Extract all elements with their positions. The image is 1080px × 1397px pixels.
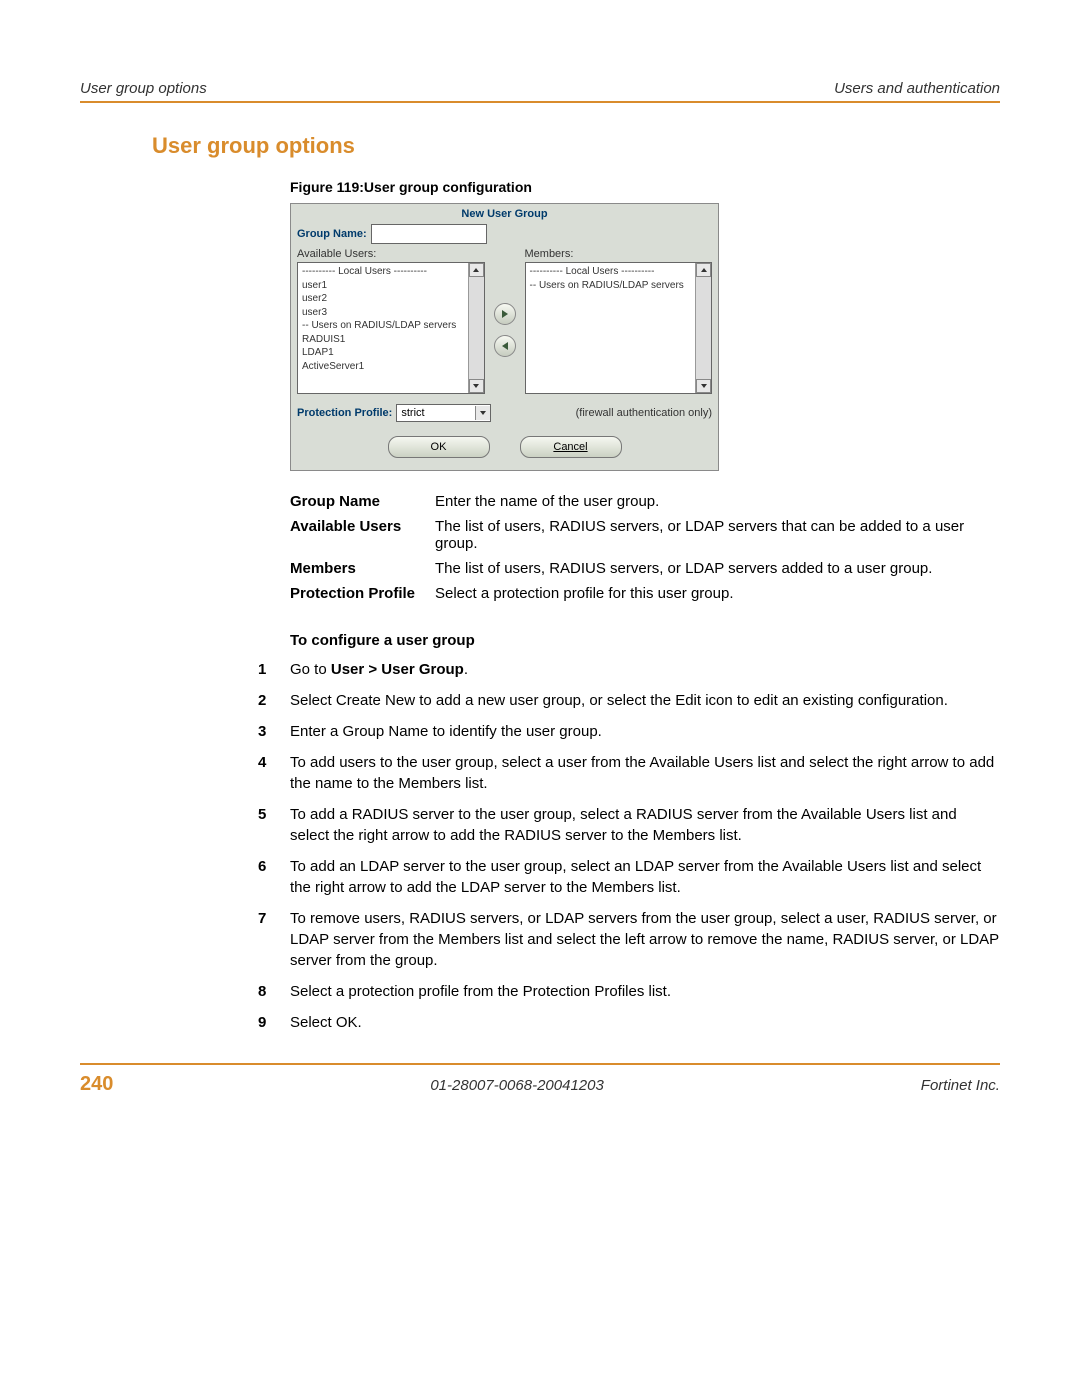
header-right: Users and authentication xyxy=(834,80,1000,97)
step-text: To remove users, RADIUS servers, or LDAP… xyxy=(290,908,1000,971)
definitions-table: Group Name Enter the name of the user gr… xyxy=(290,489,1000,606)
def-text: Enter the name of the user group. xyxy=(435,489,1000,514)
step-num: 2 xyxy=(258,690,290,711)
def-label: Available Users xyxy=(290,514,435,556)
new-user-group-dialog: New User Group Group Name: Available Use… xyxy=(290,203,719,471)
scrollbar[interactable] xyxy=(695,263,711,393)
list-item[interactable]: user3 xyxy=(302,306,466,320)
def-label: Members xyxy=(290,556,435,581)
chevron-up-icon xyxy=(473,268,479,272)
step-text: Select OK. xyxy=(290,1012,1000,1033)
step-num: 4 xyxy=(258,752,290,794)
cancel-button[interactable]: Cancel xyxy=(520,436,622,458)
list-item[interactable]: ActiveServer1 xyxy=(302,360,466,374)
def-label: Group Name xyxy=(290,489,435,514)
step-text: To add users to the user group, select a… xyxy=(290,752,1000,794)
list-item[interactable]: user2 xyxy=(302,292,466,306)
scrollbar[interactable] xyxy=(468,263,484,393)
chevron-down-icon xyxy=(701,384,707,388)
list-item[interactable]: LDAP1 xyxy=(302,346,466,360)
scroll-down-button[interactable] xyxy=(469,379,484,393)
list-item[interactable]: -- Users on RADIUS/LDAP servers xyxy=(302,319,466,333)
footer-doc-id: 01-28007-0068-20041203 xyxy=(430,1077,604,1094)
def-label: Protection Profile xyxy=(290,581,435,606)
footer-divider xyxy=(80,1063,1000,1065)
chevron-down-icon xyxy=(475,406,490,420)
dialog-title: New User Group xyxy=(291,204,718,224)
arrow-right-icon xyxy=(502,310,508,318)
header-left: User group options xyxy=(80,80,207,97)
figure-caption: Figure 119:User group configuration xyxy=(290,179,1000,195)
step-num: 5 xyxy=(258,804,290,846)
arrow-left-icon xyxy=(502,342,508,350)
page-header: User group options Users and authenticat… xyxy=(80,80,1000,97)
scroll-down-button[interactable] xyxy=(696,379,711,393)
header-divider xyxy=(80,101,1000,103)
step-num: 3 xyxy=(258,721,290,742)
list-item[interactable]: ---------- Local Users ---------- xyxy=(302,265,466,279)
step-num: 7 xyxy=(258,908,290,971)
footer-company: Fortinet Inc. xyxy=(921,1077,1000,1094)
list-item[interactable]: ---------- Local Users ---------- xyxy=(530,265,694,279)
page-number: 240 xyxy=(80,1073,113,1096)
list-item[interactable]: RADUIS1 xyxy=(302,333,466,347)
protection-profile-label: Protection Profile: xyxy=(297,407,392,419)
step-text: Select Create New to add a new user grou… xyxy=(290,690,1000,711)
firewall-auth-note: (firewall authentication only) xyxy=(576,407,712,419)
members-label: Members: xyxy=(525,248,713,260)
group-name-input[interactable] xyxy=(371,224,487,244)
configure-subheading: To configure a user group xyxy=(290,632,1000,649)
ok-button[interactable]: OK xyxy=(388,436,490,458)
def-text: The list of users, RADIUS servers, or LD… xyxy=(435,514,1000,556)
def-text: The list of users, RADIUS servers, or LD… xyxy=(435,556,1000,581)
scroll-up-button[interactable] xyxy=(469,263,484,277)
step-text: Go to User > User Group. xyxy=(290,659,1000,680)
step-text: To add an LDAP server to the user group,… xyxy=(290,856,1000,898)
step-num: 1 xyxy=(258,659,290,680)
scroll-up-button[interactable] xyxy=(696,263,711,277)
step-text: Select a protection profile from the Pro… xyxy=(290,981,1000,1002)
members-listbox[interactable]: ---------- Local Users ---------- -- Use… xyxy=(525,262,713,394)
step-text: To add a RADIUS server to the user group… xyxy=(290,804,1000,846)
remove-arrow-button[interactable] xyxy=(494,335,516,357)
chevron-up-icon xyxy=(701,268,707,272)
page-footer: 240 01-28007-0068-20041203 Fortinet Inc. xyxy=(80,1073,1000,1096)
protection-profile-select[interactable]: strict xyxy=(396,404,491,422)
available-users-label: Available Users: xyxy=(297,248,485,260)
group-name-label: Group Name: xyxy=(297,228,367,240)
page-title: User group options xyxy=(152,133,1000,159)
available-users-listbox[interactable]: ---------- Local Users ---------- user1 … xyxy=(297,262,485,394)
step-num: 9 xyxy=(258,1012,290,1033)
chevron-down-icon xyxy=(473,384,479,388)
def-text: Select a protection profile for this use… xyxy=(435,581,1000,606)
protection-profile-value: strict xyxy=(397,407,475,419)
add-arrow-button[interactable] xyxy=(494,303,516,325)
step-text: Enter a Group Name to identify the user … xyxy=(290,721,1000,742)
list-item[interactable]: -- Users on RADIUS/LDAP servers xyxy=(530,279,694,293)
list-item[interactable]: user1 xyxy=(302,279,466,293)
step-num: 8 xyxy=(258,981,290,1002)
steps-list: 1 Go to User > User Group. 2Select Creat… xyxy=(258,659,1000,1033)
step-num: 6 xyxy=(258,856,290,898)
